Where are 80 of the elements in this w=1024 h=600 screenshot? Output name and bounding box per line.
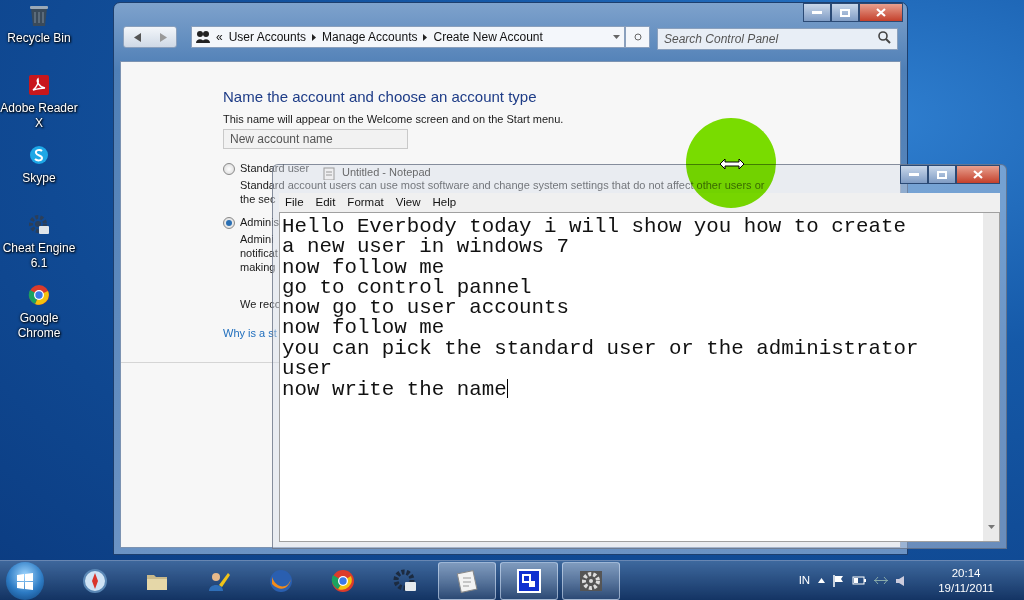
- browser-icon: [331, 568, 355, 593]
- battery-icon[interactable]: [852, 576, 867, 585]
- breadcrumb-item[interactable]: Manage Accounts: [322, 28, 418, 46]
- gear-icon[interactable]: [28, 214, 50, 236]
- radio-label[interactable]: Adminis: [240, 215, 280, 230]
- close-icon: [876, 8, 886, 17]
- chevron-icon: [312, 33, 317, 41]
- icon-label[interactable]: Recycle Bin: [0, 31, 78, 46]
- close-icon: [973, 170, 983, 179]
- maximize-icon: [840, 8, 850, 17]
- minimize-button[interactable]: [803, 3, 831, 22]
- chat-icon[interactable]: [28, 144, 50, 166]
- radio-button[interactable]: [223, 162, 235, 175]
- forward-icon: [159, 32, 167, 42]
- minimize-icon: [812, 10, 822, 15]
- breadcrumb-prefix[interactable]: «: [216, 28, 223, 46]
- menu-item[interactable]: Edit: [309, 193, 342, 212]
- search-field[interactable]: Search Control Panel: [657, 28, 898, 50]
- language-indicator[interactable]: IN: [798, 571, 811, 590]
- address-bar[interactable]: « User Accounts Manage Accounts Create New Account: [191, 26, 626, 48]
- volume-icon[interactable]: [896, 575, 907, 586]
- breadcrumb-item[interactable]: Create New Account: [433, 28, 543, 46]
- page-heading: Name the account and choose an account type: [223, 87, 538, 107]
- compass-icon: [83, 568, 107, 593]
- help-link[interactable]: Why is a st: [223, 327, 277, 339]
- taskbar-button[interactable]: [500, 561, 558, 600]
- notepad-icon: [323, 166, 336, 180]
- description-text: Admini: [240, 232, 274, 246]
- icon-label[interactable]: Cheat Engine 6.1: [0, 241, 78, 271]
- icon-label[interactable]: Skype: [0, 171, 78, 186]
- close-button[interactable]: [859, 3, 903, 22]
- maximize-button[interactable]: [928, 165, 956, 184]
- back-icon: [133, 32, 141, 42]
- globe-icon: [269, 568, 293, 593]
- flag-icon[interactable]: [833, 574, 845, 587]
- recycle-bin-icon[interactable]: [28, 4, 50, 26]
- settings-icon: [579, 568, 603, 593]
- breadcrumb-item[interactable]: User Accounts: [228, 28, 307, 46]
- windows-logo-icon: [16, 571, 34, 590]
- menu-item[interactable]: Help: [426, 193, 463, 212]
- minimize-icon: [909, 172, 919, 177]
- network-icon[interactable]: [874, 576, 889, 585]
- instruction-text: This name will appear on the Welcome screen and on the Start menu.: [223, 112, 565, 126]
- description-text: notificat: [240, 246, 278, 260]
- name-field[interactable]: New account name: [223, 129, 408, 149]
- taskbar-button[interactable]: [438, 561, 496, 600]
- menu-item[interactable]: File: [279, 193, 310, 212]
- refresh-icon: [633, 33, 642, 41]
- icon-label[interactable]: Adobe Reader X: [0, 101, 78, 131]
- dropdown-icon[interactable]: [613, 35, 621, 39]
- description-text: making: [240, 260, 276, 274]
- refresh-button[interactable]: [625, 26, 650, 48]
- time-text: 20:14: [950, 565, 982, 581]
- gear-icon: [393, 568, 417, 593]
- window-icon: [517, 568, 541, 593]
- radio-button[interactable]: [223, 216, 235, 229]
- description-text: the sec: [240, 192, 276, 206]
- document-icon[interactable]: [28, 74, 50, 96]
- menu-item[interactable]: Format: [341, 193, 390, 212]
- chevron-icon: [423, 33, 428, 41]
- close-button[interactable]: [956, 165, 1000, 184]
- maximize-button[interactable]: [831, 3, 859, 22]
- scrollbar[interactable]: [983, 213, 999, 541]
- scroll-down-icon[interactable]: [987, 525, 995, 529]
- clock[interactable]: 20:14 19/11/2011: [938, 565, 994, 596]
- start-button[interactable]: [6, 561, 44, 600]
- window-title: Untitled - Notepad: [342, 166, 431, 178]
- show-hidden-icon[interactable]: [818, 578, 826, 583]
- maximize-icon: [937, 170, 947, 179]
- icon-label[interactable]: Google Chrome: [0, 311, 78, 341]
- menu-item[interactable]: View: [389, 193, 427, 212]
- browser-icon[interactable]: [28, 284, 50, 306]
- radio-label[interactable]: Standard user: [240, 161, 310, 176]
- date-text: 19/11/2011: [938, 580, 994, 596]
- text-cursor: [506, 379, 508, 399]
- users-icon: [196, 31, 210, 43]
- taskbar-button[interactable]: [562, 561, 620, 600]
- search-icon: [878, 31, 891, 44]
- minimize-button[interactable]: [900, 165, 928, 184]
- resize-cursor-icon: [719, 158, 745, 170]
